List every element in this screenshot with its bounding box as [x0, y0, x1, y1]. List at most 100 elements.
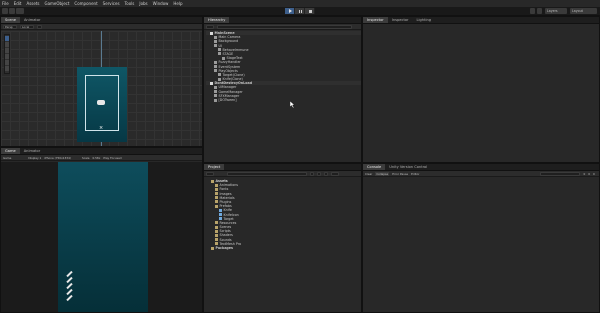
tab-inspector[interactable]: Inspector — [363, 17, 388, 23]
tab-scene[interactable]: Scene — [1, 17, 20, 23]
knife-icon — [66, 288, 73, 296]
pivot-dropdown[interactable]: Local — [20, 24, 34, 29]
view-options-dropdown[interactable]: Persp — [3, 24, 17, 29]
console-search-input[interactable] — [540, 171, 581, 176]
filter-label-icon[interactable] — [317, 171, 321, 176]
layers-dropdown[interactable]: Layers — [545, 8, 567, 14]
console-tabbar: Console Unity Version Control — [363, 164, 599, 171]
menu-component[interactable]: Component — [74, 0, 97, 7]
target-object[interactable] — [97, 100, 105, 105]
menu-edit[interactable]: Edit — [14, 0, 22, 7]
project-item[interactable]: Packages — [207, 246, 361, 250]
play-button[interactable] — [285, 8, 295, 14]
game-panel: Game Animator Game Display 1 iPhone (750… — [0, 147, 203, 313]
scale-tool-icon[interactable] — [5, 54, 9, 59]
gameobject-icon — [214, 44, 217, 48]
game-tabbar: Game Animator — [1, 148, 202, 155]
tab-console[interactable]: Console — [363, 164, 386, 170]
scene-view[interactable]: ⨯ — [1, 31, 202, 146]
warning-count[interactable]: 0 — [588, 172, 590, 176]
tab-version-control[interactable]: Unity Version Control — [385, 164, 431, 170]
search-icon[interactable] — [537, 8, 542, 14]
scale-value[interactable]: 0.58x — [92, 156, 100, 160]
add-button[interactable] — [206, 24, 214, 29]
error-count[interactable]: 0 — [593, 172, 595, 176]
hierarchy-item[interactable]: [DOTween] — [206, 98, 361, 102]
gameobject-icon — [214, 90, 217, 94]
gameobject-icon — [214, 35, 217, 39]
gameobject-icon — [214, 69, 217, 73]
folder-icon — [215, 225, 218, 229]
main-toolbar: Layers Layout — [0, 7, 600, 16]
display-dropdown[interactable]: Display 1 — [28, 156, 41, 160]
menu-tools[interactable]: Tools — [125, 0, 135, 7]
game-screen[interactable] — [58, 162, 148, 312]
hierarchy-search-input[interactable] — [217, 24, 352, 29]
hidden-packages-icon[interactable] — [331, 171, 339, 176]
hand-tool-icon[interactable] — [5, 36, 9, 41]
item-label: Packages — [215, 246, 233, 250]
menu-services[interactable]: Services — [103, 0, 120, 7]
menu-help[interactable]: Help — [173, 0, 182, 7]
clear-button[interactable]: Clear — [365, 172, 372, 176]
play-mode-dropdown[interactable]: Play Focused — [103, 156, 121, 160]
tab-animator[interactable]: Animator — [20, 17, 45, 23]
scene-toolbar: Persp Local — [1, 24, 202, 30]
rect-tool-icon[interactable] — [5, 60, 9, 65]
menu-file[interactable]: File — [2, 0, 9, 7]
step-button[interactable] — [305, 8, 315, 14]
gameobject-icon — [214, 60, 217, 64]
move-tool-icon[interactable] — [5, 42, 9, 47]
gameobject-icon — [218, 52, 221, 56]
folder-icon — [215, 200, 218, 204]
unity-scene-icon — [210, 31, 213, 35]
tab-game[interactable]: Game — [1, 148, 20, 154]
layout-dropdown[interactable]: Layout — [570, 8, 597, 14]
menu-assets[interactable]: Assets — [26, 0, 39, 7]
menu-jobs[interactable]: Jobs — [139, 0, 147, 7]
console-panel: Console Unity Version Control Clear Coll… — [362, 163, 600, 313]
transform-tool-icon[interactable] — [5, 66, 9, 71]
tab-lighting[interactable]: Lighting — [413, 17, 436, 23]
log-count[interactable]: 0 — [583, 172, 585, 176]
tab-project[interactable]: Project — [204, 164, 225, 170]
mouse-cursor — [289, 100, 296, 109]
game-view[interactable] — [1, 162, 202, 312]
cloud-icon[interactable] — [9, 8, 15, 14]
error-pause-toggle[interactable]: Error Pause — [392, 172, 408, 176]
gameobject-icon — [214, 85, 217, 89]
project-search-input[interactable] — [227, 171, 307, 176]
tab-hierarchy[interactable]: Hierarchy — [204, 17, 230, 23]
console-toolbar: Clear Collapse Error Pause Editor 0 0 0 — [363, 171, 599, 177]
game-toolbar: Game Display 1 iPhone (750x1334) Scale 0… — [1, 155, 202, 161]
account-icon[interactable] — [2, 8, 8, 14]
rotate-tool-icon[interactable] — [5, 48, 9, 53]
create-button[interactable] — [206, 171, 214, 176]
pause-button[interactable] — [295, 8, 305, 14]
hierarchy-tree: MainScene Main Camera Background UI BehaveIm… — [204, 30, 361, 102]
history-icon[interactable] — [530, 8, 535, 14]
knife-icon — [66, 294, 73, 302]
collab-button[interactable] — [16, 8, 24, 14]
play-controls — [285, 8, 315, 14]
folder-icon — [215, 229, 218, 233]
knife-object[interactable]: ⨯ — [99, 126, 104, 131]
folder-icon — [215, 183, 218, 187]
project-panel: Project Assets Animations Fonts Images Mater… — [203, 163, 362, 313]
inspector-panel: Inspector Inspector Lighting — [362, 16, 600, 163]
folder-icon — [215, 192, 218, 196]
tab-inspector-2[interactable]: Inspector — [388, 17, 413, 23]
knife-icon — [66, 276, 73, 284]
editor-dropdown[interactable]: Editor — [411, 172, 419, 176]
knife-icon — [66, 282, 73, 290]
favorite-icon[interactable] — [324, 171, 328, 176]
folder-icon — [215, 238, 218, 242]
snap-toggle[interactable] — [37, 24, 42, 29]
menu-gameobject[interactable]: GameObject — [44, 0, 69, 7]
collapse-toggle[interactable]: Collapse — [375, 171, 390, 176]
filter-type-icon[interactable] — [310, 171, 314, 176]
tab-animator[interactable]: Animator — [20, 148, 45, 154]
menu-bar: File Edit Assets GameObject Component Service… — [0, 0, 600, 7]
resolution-dropdown[interactable]: iPhone (750x1334) — [44, 156, 71, 160]
menu-window[interactable]: Window — [153, 0, 169, 7]
